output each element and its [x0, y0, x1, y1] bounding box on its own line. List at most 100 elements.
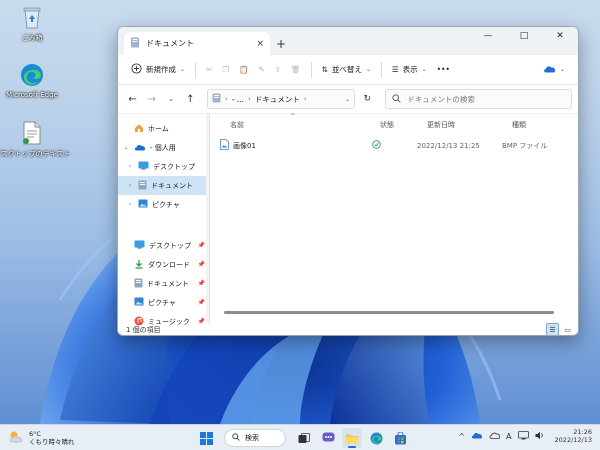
desktop-icon-text-file[interactable]: デスクトップのテキスト [0, 120, 70, 159]
nav-item-pictures[interactable]: › ピクチャ [118, 195, 209, 214]
pictures-folder-icon [138, 199, 148, 210]
chat-button[interactable] [318, 428, 338, 448]
column-header-modified[interactable]: 更新日時 [427, 120, 512, 130]
pin-icon: 📌 [197, 299, 205, 306]
chevron-down-icon[interactable]: ⌄ [122, 144, 130, 151]
search-box[interactable]: ドキュメントの検索 [385, 89, 572, 109]
forward-button[interactable]: → [143, 90, 160, 109]
delete-button[interactable]: 🗑 [286, 59, 306, 81]
new-button[interactable]: 新規作成 ⌄ [126, 59, 190, 81]
onedrive-tray-icon[interactable] [471, 431, 483, 441]
refresh-button[interactable]: ↻ [359, 89, 375, 109]
taskbar-search-label: 検索 [245, 434, 259, 442]
image-file-icon [220, 139, 229, 152]
minimize-button[interactable]: — [470, 27, 506, 45]
desktop-icon-edge[interactable]: Microsoft Edge [2, 62, 62, 99]
ime-indicator[interactable]: A [506, 432, 511, 441]
nav-scrollbar[interactable] [206, 114, 209, 323]
command-bar: 新規作成 ⌄ ✂ ❐ 📋 ✎ ⇪ 🗑 ⇅ 並べ替え ⌄ ☰ 表示 ⌄ ••• ⌄ [118, 55, 578, 85]
start-button[interactable] [196, 428, 216, 448]
close-button[interactable]: ✕ [542, 27, 578, 45]
documents-folder-icon [138, 180, 147, 192]
explorer-body: ホーム ⌄ - 個人用 › デスクトップ › ドキュメント › ピクチャ デスク… [118, 113, 578, 326]
up-button[interactable]: ↑ [182, 90, 199, 109]
synced-check-icon [372, 140, 381, 151]
breadcrumb-documents[interactable]: ドキュメント [255, 94, 300, 105]
address-bar-row: ← → ⌄ ↑ › - ... › ドキュメント › ⌄ ↻ ドキュメントの検索 [118, 85, 578, 113]
tab-close-button[interactable]: × [256, 39, 264, 49]
horizontal-scrollbar[interactable] [224, 311, 554, 314]
plus-circle-icon [131, 63, 142, 76]
search-icon [392, 93, 402, 105]
file-row[interactable]: 画像01 2022/12/13 21:25 BMP ファイル [210, 136, 578, 155]
task-view-button[interactable] [294, 428, 314, 448]
column-header-type[interactable]: 種類 [512, 120, 526, 130]
tiles-view-button[interactable]: ▭ [561, 323, 574, 335]
back-button[interactable]: ← [124, 90, 141, 109]
view-lines-icon: ☰ [391, 65, 399, 74]
file-explorer-taskbar-button[interactable] [342, 428, 362, 448]
show-hidden-icons-chevron-icon[interactable]: ^ [458, 432, 465, 441]
column-header-status[interactable]: 状態 [380, 120, 427, 130]
sort-ascending-icon: ^ [290, 113, 296, 120]
address-dropdown-button[interactable]: ⌄ [345, 96, 350, 103]
edge-taskbar-button[interactable] [366, 428, 386, 448]
breadcrumb-user[interactable]: - ... [232, 95, 244, 104]
quick-access-pictures[interactable]: ピクチャ 📌 [118, 293, 209, 312]
chevron-down-icon: ⌄ [180, 66, 186, 73]
tab-documents[interactable]: ドキュメント × [124, 32, 270, 55]
address-bar[interactable]: › - ... › ドキュメント › ⌄ [207, 89, 356, 109]
chevron-right-icon[interactable]: › [126, 182, 134, 189]
navigation-pane: ホーム ⌄ - 個人用 › デスクトップ › ドキュメント › ピクチャ デスク… [118, 114, 210, 326]
toolbar-divider [380, 61, 382, 78]
desktop-icon-recycle-bin[interactable]: ごみ箱 [2, 4, 62, 43]
chevron-right-icon[interactable]: › [126, 163, 134, 170]
quick-access-downloads[interactable]: ダウンロード 📌 [118, 255, 209, 274]
chevron-down-icon: ⌄ [365, 66, 371, 73]
new-tab-button[interactable]: + [270, 32, 292, 55]
breadcrumb-separator: › [303, 95, 307, 103]
details-view-button[interactable]: ☰ [546, 323, 559, 335]
cut-button[interactable]: ✂ [201, 59, 217, 81]
chevron-down-icon: ⌄ [421, 66, 427, 73]
nav-item-documents[interactable]: › ドキュメント [118, 176, 209, 195]
sort-button-label: 並べ替え [331, 65, 362, 74]
quick-access-desktop[interactable]: デスクトップ 📌 [118, 236, 209, 255]
documents-folder-icon [130, 37, 140, 50]
nav-item-label: ピクチャ [152, 200, 180, 209]
rename-button[interactable]: ✎ [253, 59, 269, 81]
maximize-button[interactable]: □ [506, 27, 542, 45]
tab-title: ドキュメント [146, 39, 194, 48]
onedrive-status-button[interactable]: ⌄ [538, 59, 570, 81]
chevron-right-icon[interactable]: › [126, 201, 134, 208]
clock[interactable]: 21:26 2022/12/13 [555, 428, 592, 444]
title-bar: ドキュメント × + — □ ✕ [118, 27, 578, 55]
recent-locations-button[interactable]: ⌄ [163, 90, 180, 109]
network-tray-icon[interactable] [489, 431, 501, 441]
nav-item-desktop[interactable]: › デスクトップ [118, 157, 209, 176]
sort-button[interactable]: ⇅ 並べ替え ⌄ [317, 59, 376, 81]
partly-cloudy-icon [8, 430, 24, 445]
chat-icon [322, 432, 334, 442]
taskbar-search[interactable]: 検索 [224, 429, 286, 447]
weather-widget[interactable]: 6°C くもり時々晴れ [0, 430, 130, 446]
nav-item-home[interactable]: ホーム [118, 119, 209, 138]
store-taskbar-button[interactable] [390, 428, 410, 448]
copy-button[interactable]: ❐ [217, 59, 234, 81]
taskbar: 6°C くもり時々晴れ 検索 ^ A 21:26 2022/12/13 [0, 424, 600, 450]
more-options-button[interactable]: ••• [432, 59, 455, 81]
share-button[interactable]: ⇪ [270, 59, 286, 81]
network-status-icon[interactable] [517, 430, 529, 442]
breadcrumb-separator: › [225, 95, 228, 103]
volume-icon[interactable] [535, 431, 545, 442]
file-type-cell: BMP ファイル [502, 141, 548, 150]
nav-item-onedrive[interactable]: ⌄ - 個人用 [118, 138, 209, 157]
column-header-name[interactable]: 名前 ^ [230, 113, 380, 130]
view-button[interactable]: ☰ 表示 ⌄ [387, 59, 432, 81]
quick-access-documents[interactable]: ドキュメント 📌 [118, 274, 209, 293]
paste-icon: 📋 [239, 65, 249, 74]
paste-button[interactable]: 📋 [234, 59, 253, 81]
pin-icon: 📌 [197, 242, 205, 249]
task-view-icon [298, 432, 310, 443]
clock-time: 21:26 [573, 428, 592, 436]
